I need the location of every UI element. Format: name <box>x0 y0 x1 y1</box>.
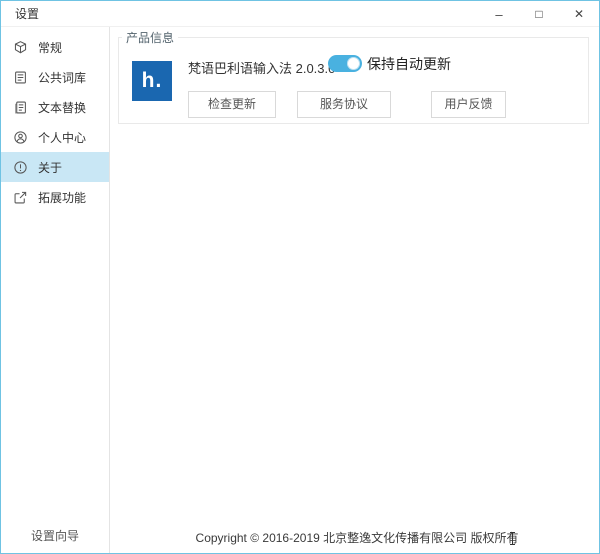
service-agreement-button[interactable]: 服务协议 <box>297 91 391 118</box>
sidebar-item-label: 文本替换 <box>38 99 86 116</box>
info-icon <box>13 160 28 175</box>
sidebar-item-general[interactable]: 常规 <box>1 32 109 62</box>
copyright-text: Copyright © 2016-2019 北京整逸文化传播有限公司 版权所有 <box>110 529 599 546</box>
close-icon[interactable]: ✕ <box>559 1 599 27</box>
sidebar-item-label: 公共词库 <box>38 69 86 86</box>
minimize-icon[interactable]: – <box>479 1 519 27</box>
maximize-icon[interactable]: □ <box>519 1 559 27</box>
toggle-knob <box>347 57 360 70</box>
text-replace-icon <box>13 100 28 115</box>
app-logo: h. <box>132 61 172 101</box>
cube-icon <box>13 40 28 55</box>
sidebar-item-label: 拓展功能 <box>38 189 86 206</box>
external-link-icon <box>13 190 28 205</box>
sidebar-item-label: 常规 <box>38 39 62 56</box>
sidebar-item-extensions[interactable]: 拓展功能 <box>1 182 109 212</box>
auto-update-toggle[interactable] <box>328 55 362 72</box>
sidebar-item-label: 个人中心 <box>38 129 86 146</box>
sidebar: 常规 公共词库 文 <box>1 27 110 554</box>
title-bar: 设置 – □ ✕ <box>1 1 599 27</box>
sidebar-item-about[interactable]: 关于 <box>1 152 109 182</box>
product-name-version: 梵语巴利语输入法 2.0.3.0 <box>188 58 335 77</box>
copyright-label: Copyright © 2016-2019 北京整逸文化传播有限公司 版权所有 <box>196 531 519 545</box>
user-icon <box>13 130 28 145</box>
sidebar-item-label: 关于 <box>38 159 62 176</box>
window-controls: – □ ✕ <box>479 1 599 27</box>
window-body: 常规 公共词库 文 <box>1 27 599 554</box>
main-content: 产品信息 h. 梵语巴利语输入法 2.0.3.0 保持自动更新 检查更新 服务协… <box>110 27 599 554</box>
sidebar-item-text-replace[interactable]: 文本替换 <box>1 92 109 122</box>
group-title: 产品信息 <box>122 29 178 46</box>
lexicon-icon <box>13 70 28 85</box>
auto-update-label: 保持自动更新 <box>367 54 451 74</box>
settings-wizard-link[interactable]: 设置向导 <box>1 527 109 544</box>
sidebar-item-personal-center[interactable]: 个人中心 <box>1 122 109 152</box>
check-update-button[interactable]: 检查更新 <box>188 91 276 118</box>
window-title: 设置 <box>15 5 39 22</box>
text-cursor-icon <box>512 532 513 545</box>
user-feedback-button[interactable]: 用户反馈 <box>431 91 506 118</box>
settings-window: 设置 – □ ✕ 常规 <box>0 0 600 554</box>
sidebar-item-public-lexicon[interactable]: 公共词库 <box>1 62 109 92</box>
